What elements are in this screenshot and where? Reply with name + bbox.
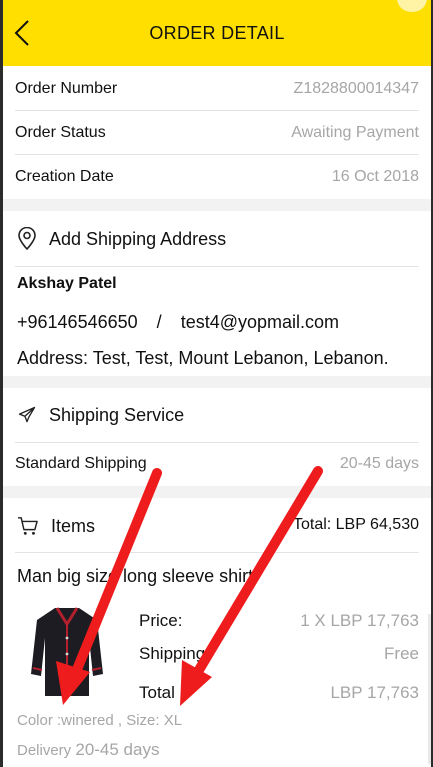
order-status-label: Order Status: [15, 124, 106, 141]
item-shipping-label: Shipping: [139, 644, 206, 663]
items-total: Total: LBP 64,530: [292, 516, 419, 533]
airplane-icon: [18, 406, 36, 423]
creation-date-row: Creation Date 16 Oct 2018: [15, 155, 419, 199]
location-pin-icon: [18, 227, 36, 251]
divider: [15, 552, 419, 553]
order-number-label: Order Number: [15, 80, 118, 97]
section-gap: [3, 486, 431, 498]
add-shipping-address-label: Add Shipping Address: [49, 228, 227, 249]
page-title: ORDER DETAIL: [149, 22, 285, 43]
shipping-method-label: Standard Shipping: [15, 455, 147, 472]
order-status-row: Order Status Awaiting Payment: [15, 111, 419, 155]
add-shipping-address-button[interactable]: Add Shipping Address: [17, 219, 419, 259]
contact-separator: /: [156, 312, 162, 332]
price-row: Price: 1 X LBP 17,763: [139, 608, 419, 634]
scrollbar[interactable]: [428, 614, 431, 764]
recipient-name: Akshay Patel: [17, 275, 117, 292]
shipping-service-header[interactable]: Shipping Service: [17, 395, 419, 435]
order-number-row: Order Number Z1828800014347: [15, 67, 419, 111]
item-shipping-value: Free: [384, 644, 419, 663]
product-attributes: Color :winered , Size: XL: [17, 712, 183, 729]
delivery-line: Delivery 20-45 days: [17, 740, 159, 760]
product-name[interactable]: Man big size long sleeve shirt: [17, 566, 253, 587]
creation-date-label: Creation Date: [15, 168, 114, 185]
items-label: Items: [51, 515, 96, 536]
cart-icon: [18, 517, 38, 535]
item-shipping-row: Shipping Free: [139, 641, 419, 667]
item-total-row: Total LBP 17,763: [139, 680, 419, 706]
order-number-value: Z1828800014347: [293, 80, 419, 97]
contact-line: +96146546650 / test4@yopmail.com: [17, 312, 339, 333]
product-image[interactable]: [29, 604, 105, 700]
price-label: Price:: [139, 611, 183, 630]
delivery-value: 20-45 days: [75, 740, 160, 759]
recipient-phone: +96146546650: [17, 312, 138, 332]
shipping-service-label: Shipping Service: [49, 404, 185, 425]
recipient-email: test4@yopmail.com: [180, 312, 340, 332]
item-total-value: LBP 17,763: [330, 683, 419, 702]
shipping-days-value: 20-45 days: [339, 455, 419, 472]
header-decoration: [397, 0, 427, 12]
section-gap: [3, 376, 431, 388]
divider: [15, 266, 419, 267]
header-bar: ORDER DETAIL: [3, 0, 431, 66]
delivery-label: Delivery: [17, 742, 72, 759]
chevron-left-icon[interactable]: [11, 18, 35, 48]
app-frame: ORDER DETAIL Order Number Z1828800014347…: [0, 0, 433, 767]
order-status-value: Awaiting Payment: [291, 124, 419, 141]
creation-date-value: 16 Oct 2018: [331, 168, 419, 185]
shipping-method-row[interactable]: Standard Shipping 20-45 days: [15, 442, 419, 486]
recipient-address: Address: Test, Test, Mount Lebanon, Leba…: [17, 348, 389, 368]
section-gap: [3, 199, 431, 211]
item-total-label: Total: [139, 683, 175, 702]
price-value: 1 X LBP 17,763: [300, 611, 419, 630]
